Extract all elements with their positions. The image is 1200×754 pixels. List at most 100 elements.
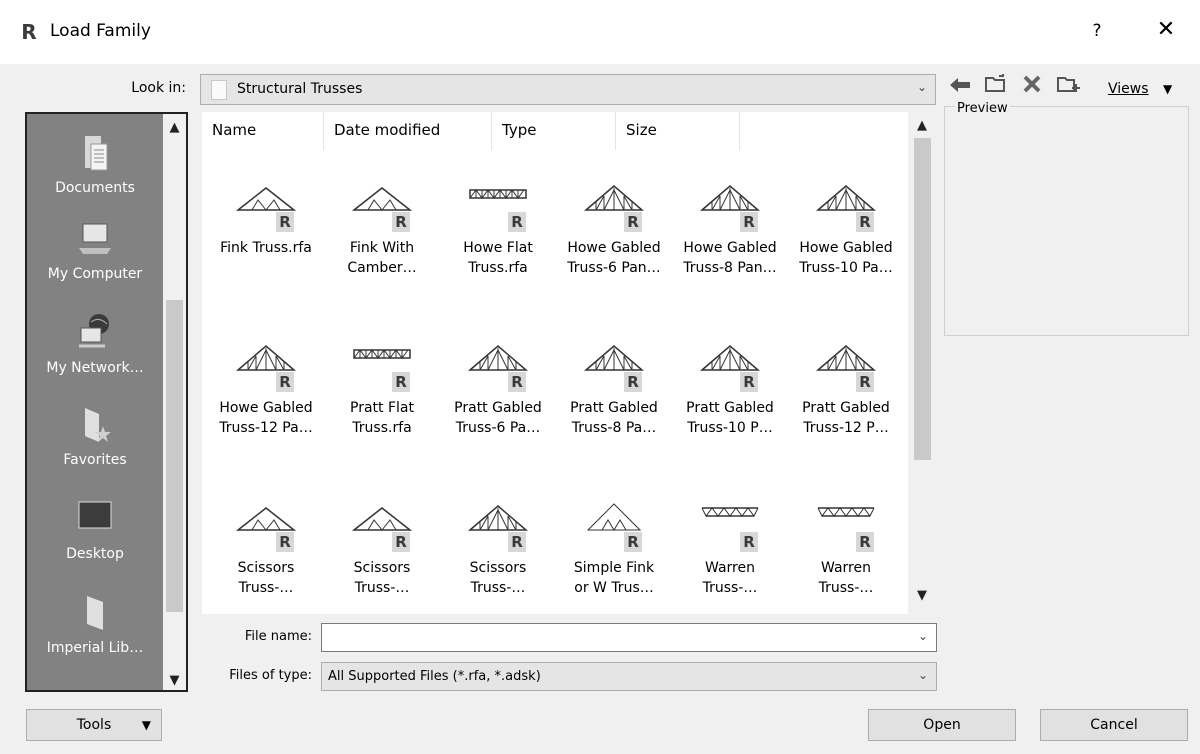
file-list-scrollbar[interactable]: ▲ ▼ xyxy=(908,112,936,614)
place-documents[interactable]: Documents xyxy=(27,132,163,196)
revit-badge-icon: R xyxy=(392,372,410,392)
place-my-computer[interactable]: My Computer xyxy=(27,218,163,282)
file-name: Howe Gabled Truss-10 Pa… xyxy=(799,240,893,276)
desktop-icon xyxy=(77,498,113,538)
views-label: Views xyxy=(1108,81,1149,97)
truss-family-icon: R xyxy=(556,342,672,394)
revit-badge-icon: R xyxy=(508,372,526,392)
truss-family-icon: R xyxy=(672,502,788,554)
column-header-date-modified[interactable]: Date modified xyxy=(324,112,492,150)
truss-family-icon: R xyxy=(324,502,440,554)
truss-family-icon: R xyxy=(672,182,788,234)
truss-family-icon: R xyxy=(324,182,440,234)
look-in-dropdown[interactable]: Structural Trusses ⌄ xyxy=(200,74,936,105)
revit-badge-icon: R xyxy=(508,532,526,552)
file-name: Simple Fink or W Trus… xyxy=(573,560,655,596)
file-name: Fink Truss.rfa xyxy=(220,240,312,256)
place-desktop[interactable]: Desktop xyxy=(27,498,163,562)
file-item[interactable]: R Fink Truss.rfa xyxy=(208,182,324,258)
revit-badge-icon: R xyxy=(856,372,874,392)
revit-badge-icon: R xyxy=(276,372,294,392)
preview-label: Preview xyxy=(955,101,1010,116)
file-item[interactable]: R Howe Flat Truss.rfa xyxy=(440,182,556,278)
place-label: Desktop xyxy=(66,546,124,562)
file-name: Warren Truss-… xyxy=(818,560,874,596)
place-favorites[interactable]: Favorites xyxy=(27,404,163,468)
help-button[interactable]: ? xyxy=(1082,16,1112,46)
file-item[interactable]: R Pratt Gabled Truss-6 Pa… xyxy=(440,342,556,438)
revit-badge-icon: R xyxy=(392,212,410,232)
favorites-icon xyxy=(77,404,113,444)
caret-down-icon: ▼ xyxy=(141,718,151,732)
place-label: Imperial Lib… xyxy=(46,640,144,656)
file-list[interactable]: Name Date modified Type Size R Fink Truss… xyxy=(202,112,936,614)
views-menu-button[interactable]: Views ▼ xyxy=(1108,74,1172,104)
tools-button[interactable]: Tools ▼ xyxy=(26,709,162,741)
network-icon xyxy=(77,312,113,352)
column-header-name[interactable]: Name xyxy=(202,112,324,150)
file-name: Pratt Gabled Truss-12 P… xyxy=(802,400,890,436)
place-label: My Computer xyxy=(47,266,143,282)
file-name: Pratt Gabled Truss-6 Pa… xyxy=(454,400,542,436)
close-button[interactable]: ✕ xyxy=(1148,16,1184,46)
back-icon[interactable] xyxy=(946,74,974,104)
file-item[interactable]: R Howe Gabled Truss-8 Pan… xyxy=(672,182,788,278)
file-name-input[interactable]: ⌄ xyxy=(321,623,937,652)
revit-badge-icon: R xyxy=(392,532,410,552)
file-item[interactable]: R Scissors Truss-… xyxy=(208,502,324,598)
scroll-thumb[interactable] xyxy=(166,300,183,612)
files-of-type-dropdown[interactable]: All Supported Files (*.rfa, *.adsk) ⌄ xyxy=(321,662,937,691)
open-button[interactable]: Open xyxy=(868,709,1016,741)
files-of-type-value: All Supported Files (*.rfa, *.adsk) xyxy=(328,669,541,684)
file-item[interactable]: R Simple Fink or W Trus… xyxy=(556,502,672,598)
folder-icon xyxy=(77,592,113,632)
chevron-down-icon[interactable]: ⌄ xyxy=(918,629,928,643)
scroll-thumb[interactable] xyxy=(914,138,931,460)
file-item[interactable]: R Pratt Gabled Truss-8 Pa… xyxy=(556,342,672,438)
scroll-down-icon[interactable]: ▼ xyxy=(163,673,186,688)
truss-family-icon: R xyxy=(208,342,324,394)
file-item[interactable]: R Pratt Flat Truss.rfa xyxy=(324,342,440,438)
place-my-network[interactable]: My Network… xyxy=(27,312,163,376)
file-item[interactable]: R Scissors Truss-… xyxy=(324,502,440,598)
delete-icon[interactable] xyxy=(1018,74,1046,104)
revit-badge-icon: R xyxy=(856,532,874,552)
caret-down-icon: ▼ xyxy=(1162,82,1173,96)
column-header-size[interactable]: Size xyxy=(616,112,740,150)
revit-badge-icon: R xyxy=(276,532,294,552)
file-item[interactable]: R Howe Gabled Truss-10 Pa… xyxy=(788,182,904,278)
new-folder-icon[interactable] xyxy=(1054,74,1082,104)
scroll-up-icon[interactable]: ▲ xyxy=(908,118,936,133)
revit-badge-icon: R xyxy=(624,532,642,552)
chevron-down-icon: ⌄ xyxy=(917,668,928,682)
revit-badge-icon: R xyxy=(624,212,642,232)
revit-logo-icon: R xyxy=(18,21,40,43)
truss-family-icon: R xyxy=(440,502,556,554)
file-item[interactable]: R Howe Gabled Truss-6 Pan… xyxy=(556,182,672,278)
scroll-up-icon[interactable]: ▲ xyxy=(163,120,186,135)
scroll-down-icon[interactable]: ▼ xyxy=(908,588,936,603)
files-of-type-label: Files of type: xyxy=(229,668,312,683)
truss-family-icon: R xyxy=(788,182,904,234)
up-folder-icon[interactable] xyxy=(982,74,1010,104)
file-item[interactable]: R Howe Gabled Truss-12 Pa… xyxy=(208,342,324,438)
file-item[interactable]: R Warren Truss-… xyxy=(788,502,904,598)
file-item[interactable]: R Pratt Gabled Truss-12 P… xyxy=(788,342,904,438)
cancel-button[interactable]: Cancel xyxy=(1040,709,1188,741)
file-item[interactable]: R Pratt Gabled Truss-10 P… xyxy=(672,342,788,438)
file-name: Howe Gabled Truss-6 Pan… xyxy=(567,240,661,276)
file-name: Fink With Camber… xyxy=(347,240,417,276)
place-imperial-library[interactable]: Imperial Lib… xyxy=(27,592,163,656)
file-item[interactable]: R Warren Truss-… xyxy=(672,502,788,598)
file-name: Howe Gabled Truss-8 Pan… xyxy=(683,240,777,276)
preview-pane xyxy=(944,106,1189,336)
file-name: Pratt Gabled Truss-8 Pa… xyxy=(570,400,658,436)
file-name-label: File name: xyxy=(244,629,312,644)
file-item[interactable]: R Fink With Camber… xyxy=(324,182,440,278)
places-scrollbar[interactable]: ▲ ▼ xyxy=(163,114,186,690)
truss-family-icon: R xyxy=(208,182,324,234)
file-item[interactable]: R Scissors Truss-… xyxy=(440,502,556,598)
column-header-type[interactable]: Type xyxy=(492,112,616,150)
revit-badge-icon: R xyxy=(740,372,758,392)
file-name: Pratt Gabled Truss-10 P… xyxy=(686,400,774,436)
